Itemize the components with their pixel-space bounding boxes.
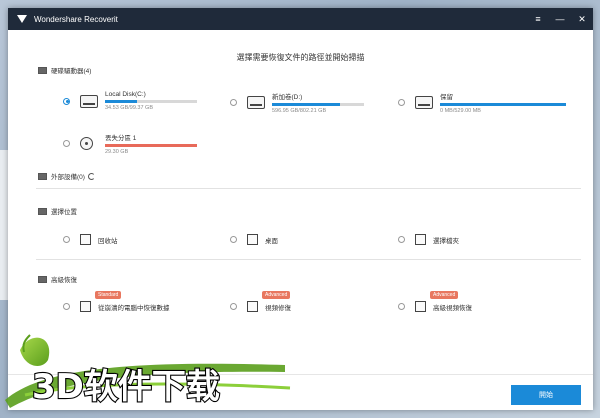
close-button[interactable]: ✕ — [571, 8, 593, 30]
advanced-recovery-icon — [38, 275, 47, 283]
start-button[interactable]: 開始 — [511, 385, 581, 405]
drive-size: 596.95 GB/802.21 GB — [272, 108, 327, 114]
advanced-label: 從崩潰的電腦中恢復數據 — [98, 304, 170, 312]
disk-icon — [80, 94, 98, 108]
lost-partition-icon — [80, 137, 93, 150]
drive-name: 丟失分區 1 — [105, 135, 137, 142]
section-location: 選擇位置 — [38, 206, 77, 216]
crashed-pc-radio[interactable] — [63, 303, 70, 310]
lost-partition-radio[interactable] — [63, 140, 70, 147]
watermark-text: 3D软件下载 — [32, 367, 220, 407]
video-repair-icon — [247, 301, 258, 312]
drive-size: 34.53 GB/99.37 GB — [105, 105, 154, 111]
advanced-label: 高級視頻恢復 — [433, 304, 472, 312]
advanced-label: 視頻修復 — [265, 304, 291, 312]
video-repair-radio[interactable] — [230, 303, 237, 310]
desktop-radio[interactable] — [230, 236, 237, 243]
page-title: 選擇需要恢復文件的路徑並開始掃描 — [236, 53, 365, 62]
drive-name: Local Disk(C:) — [105, 91, 146, 98]
refresh-icon[interactable] — [87, 172, 95, 180]
section-hard-drives: 硬碟驅動器(4) — [38, 65, 91, 75]
hard-drive-icon — [38, 66, 47, 74]
advanced-badge: Advanced — [430, 291, 459, 299]
drive-size: 29.30 GB — [105, 149, 129, 155]
trash-icon — [80, 234, 91, 245]
usage-bar — [272, 103, 364, 106]
location-recycle-bin[interactable]: 回收站 — [63, 234, 118, 245]
location-select-folder[interactable]: 選擇檔夾 — [398, 234, 459, 245]
drive-c-radio[interactable] — [63, 97, 70, 105]
folder-icon — [415, 234, 426, 245]
divider — [36, 259, 581, 260]
section-hard-drives-label: 硬碟驅動器(4) — [51, 68, 92, 75]
advanced-video-icon — [415, 301, 426, 312]
minimize-button[interactable]: — — [549, 8, 571, 30]
location-label: 選擇檔夾 — [433, 237, 459, 245]
section-external-label: 外部設備(0) — [51, 174, 85, 181]
drive-item-lost-partition[interactable]: 丟失分區 1 29.30 GB — [63, 132, 197, 155]
crashed-pc-icon — [80, 301, 91, 312]
drive-item-d[interactable]: 新加卷(D:) 596.95 GB/802.21 GB — [230, 91, 364, 114]
section-location-label: 選擇位置 — [51, 209, 77, 216]
usage-bar — [105, 144, 197, 147]
drive-d-radio[interactable] — [230, 99, 237, 106]
location-label: 回收站 — [98, 237, 118, 245]
app-logo-icon — [16, 13, 28, 25]
watermark-logo: 3D软件下载 — [5, 334, 291, 408]
divider — [36, 188, 581, 189]
window-title: Wondershare Recoverit — [34, 14, 118, 24]
location-label: 桌面 — [265, 237, 278, 245]
drive-item-reserved[interactable]: 保留 0 MB/529.00 MB — [398, 91, 566, 114]
section-advanced: 高級恢復 — [38, 274, 77, 284]
standard-badge: Standard — [95, 291, 122, 299]
advanced-badge: Advanced — [262, 291, 291, 299]
title-bar: Wondershare Recoverit ≡ — ✕ — [8, 8, 593, 30]
usage-bar — [440, 103, 566, 106]
desktop-icon — [247, 234, 258, 245]
select-folder-radio[interactable] — [398, 236, 405, 243]
drive-name: 保留 — [440, 94, 453, 101]
external-device-icon — [38, 172, 47, 180]
menu-icon[interactable]: ≡ — [527, 8, 549, 30]
drive-reserved-radio[interactable] — [398, 99, 405, 106]
recycle-bin-radio[interactable] — [63, 236, 70, 243]
drive-item-c[interactable]: Local Disk(C:) 34.53 GB/99.37 GB — [63, 91, 197, 111]
advanced-video-repair[interactable]: 視頻修復 — [230, 301, 291, 312]
advanced-video-recovery[interactable]: 高級視頻恢復 — [398, 301, 472, 312]
advanced-video-radio[interactable] — [398, 303, 405, 310]
disk-icon — [247, 96, 265, 109]
usage-bar — [105, 100, 197, 103]
advanced-crashed-pc[interactable]: 從崩潰的電腦中恢復數據 — [63, 301, 170, 312]
section-advanced-label: 高級恢復 — [51, 277, 77, 284]
drive-size: 0 MB/529.00 MB — [440, 108, 481, 114]
location-icon — [38, 207, 47, 215]
drive-name: 新加卷(D:) — [272, 94, 303, 101]
location-desktop[interactable]: 桌面 — [230, 234, 278, 245]
disk-icon — [415, 96, 433, 109]
section-external: 外部設備(0) — [38, 171, 95, 181]
background-window-edge — [0, 150, 8, 300]
